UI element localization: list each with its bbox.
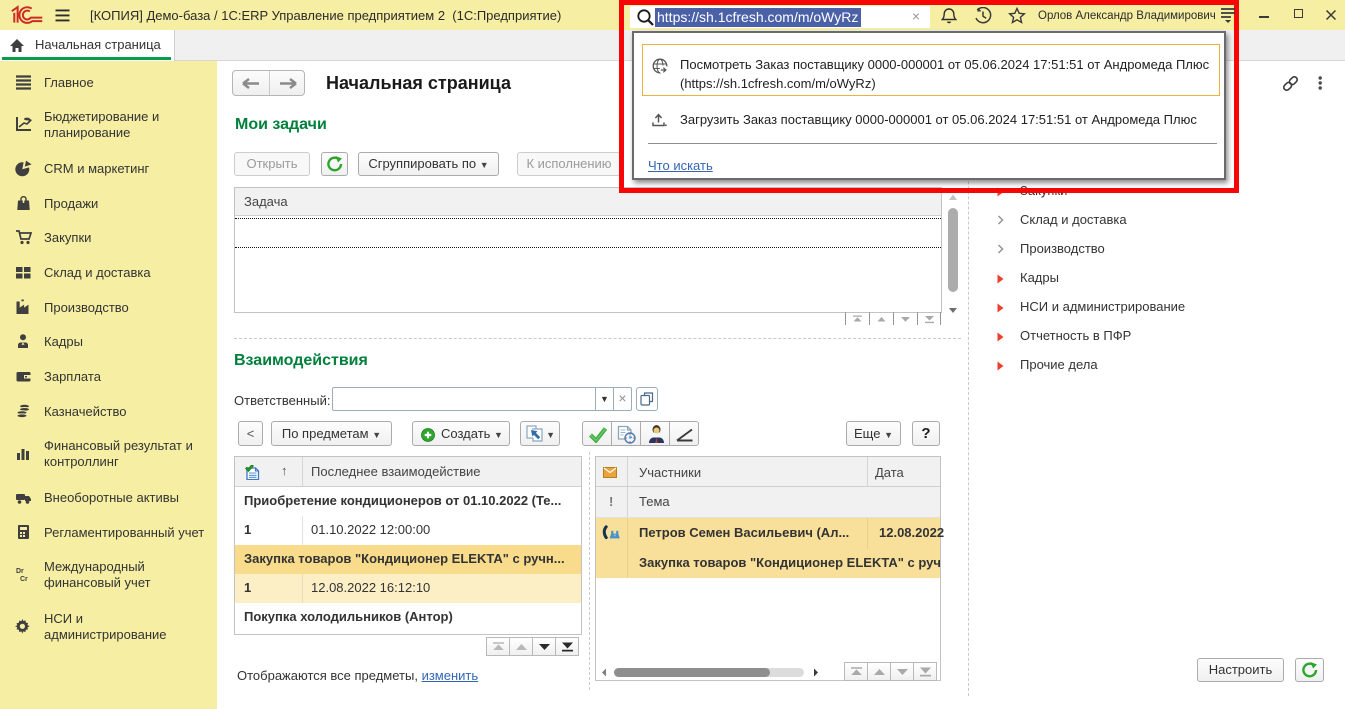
svg-text:Dr: Dr — [16, 568, 24, 575]
svg-text:Cr: Cr — [20, 576, 28, 583]
